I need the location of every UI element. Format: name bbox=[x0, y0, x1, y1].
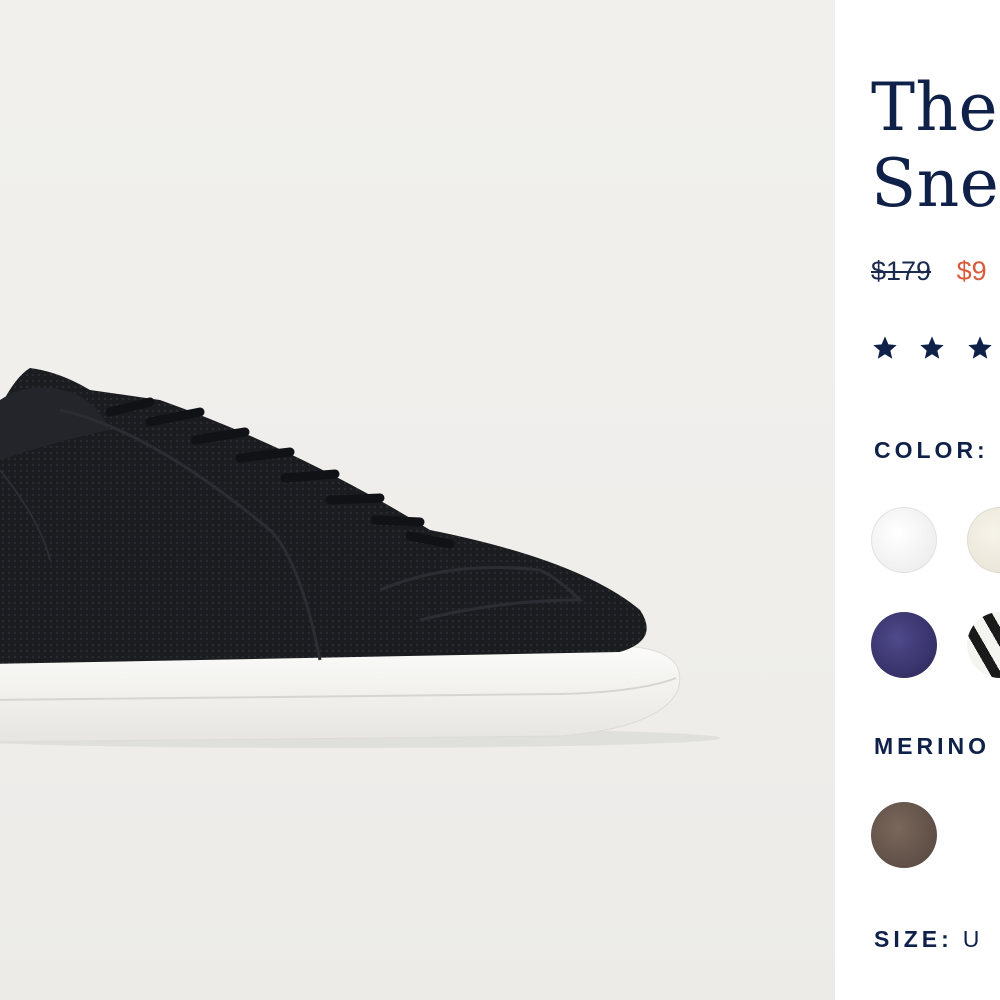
color-swatch-cream[interactable] bbox=[967, 507, 1000, 573]
product-details-panel: The Snea $179 $9 COLOR: MERINO SIZE: U bbox=[835, 0, 1000, 1000]
product-title: The Snea bbox=[871, 70, 1000, 222]
size-label-row: SIZE: U bbox=[874, 926, 983, 953]
color-label: COLOR: bbox=[874, 437, 989, 463]
original-price: $179 bbox=[871, 256, 932, 286]
size-label: SIZE: bbox=[874, 926, 953, 952]
merino-swatch-brown[interactable] bbox=[871, 802, 937, 868]
color-swatch-white[interactable] bbox=[871, 507, 937, 573]
star-icon bbox=[968, 336, 992, 359]
product-image bbox=[0, 368, 720, 748]
product-title-line1: The bbox=[871, 69, 999, 146]
product-title-line2: Snea bbox=[871, 145, 1000, 222]
star-icon bbox=[920, 336, 945, 359]
product-image-gallery bbox=[0, 0, 835, 1000]
color-swatch-stripe[interactable] bbox=[967, 612, 1000, 678]
color-swatch-navy[interactable] bbox=[871, 612, 937, 678]
star-icon bbox=[873, 336, 897, 359]
price-row: $179 $9 bbox=[871, 256, 987, 287]
merino-label: MERINO bbox=[874, 733, 990, 759]
sale-price: $9 bbox=[956, 256, 987, 286]
star-rating[interactable] bbox=[871, 334, 1000, 367]
size-value[interactable]: U bbox=[963, 926, 984, 952]
